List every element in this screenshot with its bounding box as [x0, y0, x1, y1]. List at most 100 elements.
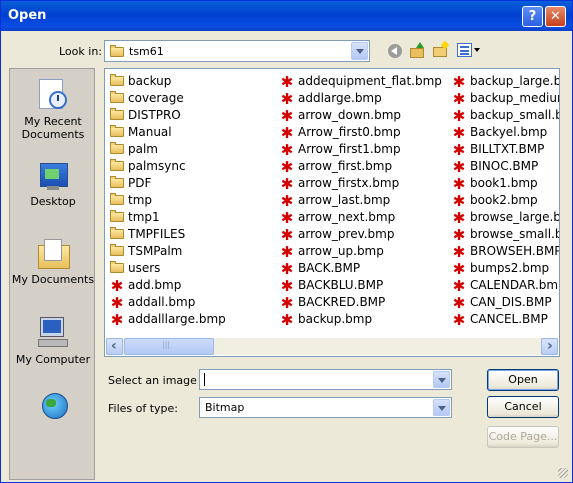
folder-icon	[109, 175, 125, 189]
file-item[interactable]: ✱ BROWSEH.BMP	[451, 243, 560, 260]
title-bar[interactable]: Open ? ✕	[1, 1, 572, 31]
bitmap-file-icon: ✱	[280, 73, 294, 91]
bitmap-file-icon: ✱	[452, 209, 466, 227]
file-name: PDF	[128, 176, 152, 190]
file-item[interactable]: ✱ addequipment_flat.bmp	[279, 73, 442, 91]
file-item[interactable]: ✱ arrow_up.bmp	[279, 243, 384, 260]
files-of-type-dropdown-arrow[interactable]	[433, 399, 450, 416]
file-item[interactable]: palmsync	[109, 158, 186, 174]
file-name: BILLTXT.BMP	[470, 142, 545, 156]
bitmap-file-icon: ✱	[280, 209, 294, 227]
code-page-button[interactable]: Code Page...	[487, 426, 559, 448]
place-label: My Documents	[11, 273, 95, 286]
bitmap-file-icon: ✱	[452, 192, 466, 210]
file-item[interactable]: ✱ arrow_first.bmp	[279, 158, 392, 175]
file-item[interactable]: ✱ Arrow_first0.bmp	[279, 124, 401, 141]
folder-icon	[109, 209, 125, 223]
cancel-button[interactable]: Cancel	[487, 396, 559, 418]
folder-icon	[109, 73, 125, 87]
file-item[interactable]: coverage	[109, 90, 184, 106]
files-of-type-combo[interactable]: Bitmap	[199, 397, 452, 418]
file-name: DISTPRO	[128, 108, 181, 122]
help-button[interactable]: ?	[522, 6, 543, 27]
scroll-left-button[interactable]: ‹	[106, 338, 123, 355]
files-of-type-value: Bitmap	[205, 401, 245, 414]
scroll-right-button[interactable]: ›	[541, 338, 558, 355]
file-name: book1.bmp	[470, 176, 538, 190]
file-item[interactable]: ✱ BINOC.BMP	[451, 158, 539, 175]
file-item[interactable]: ✱ arrow_down.bmp	[279, 107, 401, 125]
place-my-computer[interactable]: My Computer	[10, 315, 94, 366]
file-name: backup_large.bmp	[470, 74, 559, 88]
file-item[interactable]: TSMPalm	[109, 243, 182, 259]
file-item[interactable]: users	[109, 260, 160, 276]
file-item[interactable]: backup	[109, 73, 171, 89]
file-item[interactable]: ✱ addall.bmp	[109, 294, 196, 312]
place-desktop[interactable]: Desktop	[10, 161, 94, 208]
file-item[interactable]: ✱ Arrow_first1.bmp	[279, 141, 401, 158]
text-cursor	[204, 373, 205, 386]
file-name: addlarge.bmp	[298, 91, 382, 105]
close-button[interactable]: ✕	[545, 6, 566, 27]
file-item[interactable]: ✱ arrow_prev.bmp	[279, 226, 395, 243]
file-item[interactable]: tmp1	[109, 209, 160, 225]
resize-grip-icon[interactable]	[558, 468, 568, 478]
file-name: BROWSEH.BMP	[470, 244, 560, 258]
file-item[interactable]: DISTPRO	[109, 107, 181, 123]
file-item[interactable]: ✱ BILLTXT.BMP	[451, 141, 545, 158]
select-image-combo[interactable]	[199, 369, 452, 390]
folder-icon	[109, 243, 125, 257]
file-item[interactable]: ✱ BACK.BMP	[279, 260, 360, 277]
scroll-thumb[interactable]: |||	[124, 338, 214, 355]
views-menu-icon[interactable]	[457, 43, 481, 58]
file-item[interactable]: ✱ backup_small.bmp	[451, 107, 559, 124]
file-item[interactable]: ✱ backup_medium	[451, 90, 559, 107]
look-in-value: tsm61	[129, 45, 164, 58]
file-item[interactable]: ✱ CAN_DIS.BMP	[451, 294, 552, 311]
file-item[interactable]: ✱ add.bmp	[109, 277, 182, 294]
file-item[interactable]: ✱ backup_large.bmp	[451, 73, 559, 90]
file-item[interactable]: TMPFILES	[109, 226, 185, 242]
file-item[interactable]: ✱ arrow_firstx.bmp	[279, 175, 400, 192]
file-name: addall.bmp	[128, 295, 196, 309]
open-button[interactable]: Open	[487, 369, 559, 391]
bitmap-file-icon: ✱	[110, 294, 124, 312]
place-my-documents[interactable]: My Documents	[10, 237, 95, 286]
place-label: Desktop	[30, 195, 76, 208]
look-in-combo[interactable]: tsm61	[104, 40, 370, 62]
file-item[interactable]: Manual	[109, 124, 172, 140]
file-item[interactable]: ✱ arrow_next.bmp	[279, 209, 396, 227]
place-network[interactable]	[10, 391, 94, 421]
file-item[interactable]: ✱ arrow_last.bmp	[279, 192, 391, 210]
file-list[interactable]: backup coverage DISTPRO Manual palm palmsync P…	[104, 68, 560, 357]
file-item[interactable]: ✱ bumps2.bmp	[451, 260, 549, 277]
file-item[interactable]: ✱ book1.bmp	[451, 175, 538, 192]
look-in-dropdown-arrow[interactable]	[351, 42, 368, 60]
place-my-recent-documents[interactable]: My Recent Documents	[10, 77, 94, 141]
new-folder-icon[interactable]	[433, 40, 450, 58]
file-item[interactable]: ✱ book2.bmp	[451, 192, 538, 210]
horizontal-scrollbar[interactable]: ‹ ||| ›	[106, 338, 558, 355]
folder-icon	[109, 192, 125, 206]
bitmap-file-icon: ✱	[280, 192, 294, 210]
file-item[interactable]: tmp	[109, 192, 152, 208]
back-icon[interactable]	[388, 44, 402, 58]
file-item[interactable]: ✱ browse_small.bmp	[451, 226, 559, 243]
file-name: arrow_firstx.bmp	[298, 176, 400, 190]
select-image-dropdown-arrow[interactable]	[433, 371, 450, 388]
file-item[interactable]: ✱ CALENDAR.bmp	[451, 277, 559, 294]
file-item[interactable]: PDF	[109, 175, 151, 191]
file-item[interactable]: ✱ Backyel.bmp	[451, 124, 548, 141]
file-item[interactable]: ✱ CANCEL.BMP	[451, 311, 548, 328]
file-item[interactable]: ✱ addlarge.bmp	[279, 90, 382, 107]
bitmap-file-icon: ✱	[280, 107, 294, 125]
folder-icon	[109, 107, 125, 121]
up-folder-icon[interactable]	[410, 42, 426, 58]
file-item[interactable]: ✱ BACKRED.BMP	[279, 294, 386, 311]
file-item[interactable]: ✱ BACKBLU.BMP	[279, 277, 384, 294]
file-item[interactable]: ✱ browse_large.bmp	[451, 209, 559, 227]
file-item[interactable]: ✱ backup.bmp	[279, 311, 372, 328]
file-item[interactable]: ✱ addalllarge.bmp	[109, 311, 226, 328]
file-name: Arrow_first0.bmp	[298, 125, 401, 139]
file-item[interactable]: palm	[109, 141, 158, 157]
